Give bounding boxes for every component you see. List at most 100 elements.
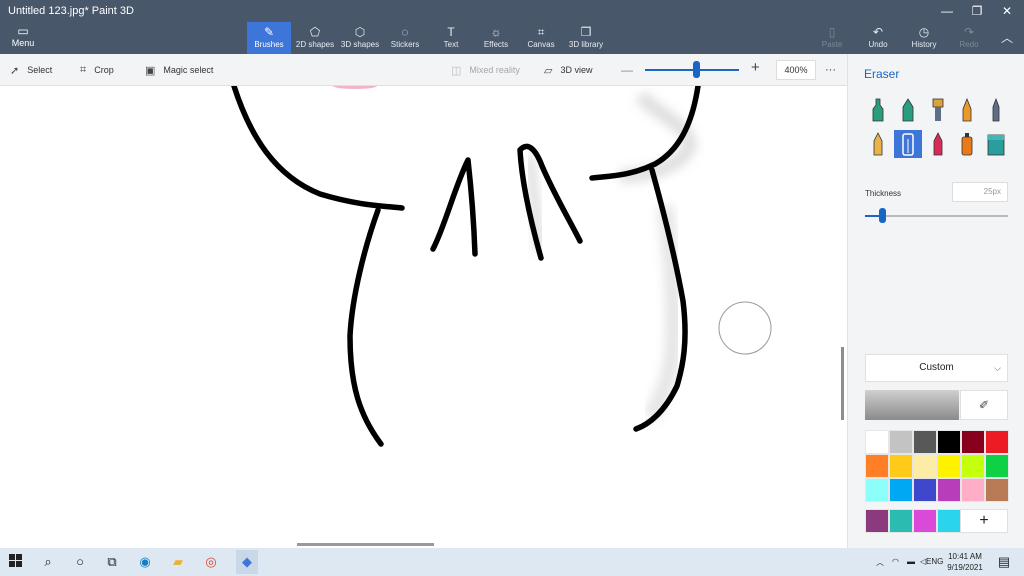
calligraphy-pen-brush[interactable] <box>895 96 921 124</box>
color-swatch[interactable] <box>865 454 889 478</box>
color-swatch[interactable] <box>937 454 961 478</box>
thickness-slider-track[interactable] <box>865 215 1008 217</box>
brush-side-panel: Eraser Thickness 25px Custom ⌵ ✐ + <box>847 54 1024 548</box>
zoom-in-button[interactable]: + <box>751 59 760 76</box>
3d-view-button[interactable]: ▱ 3D view <box>544 63 592 77</box>
2d-shapes-icon: ⬠ <box>309 25 321 39</box>
fill-brush[interactable] <box>983 130 1009 158</box>
file-explorer-icon[interactable]: ▰ <box>170 554 186 570</box>
pencil-brush[interactable] <box>865 130 891 158</box>
clock[interactable]: 10:41 AM 9/19/2021 <box>942 551 988 573</box>
eraser-brush[interactable] <box>894 130 922 158</box>
current-color[interactable] <box>865 390 959 420</box>
maximize-button[interactable]: ❐ <box>962 2 992 20</box>
windows-taskbar: ⌕ ○ ⧉ ◉ ▰ ◎ ◆ ︿ ◠ ▬ ◁ ENG 10:41 AM 9/19/… <box>0 548 1024 576</box>
color-swatch[interactable] <box>889 454 913 478</box>
color-swatch[interactable] <box>937 478 961 502</box>
eyedropper-button[interactable]: ✐ <box>960 390 1008 420</box>
horizontal-scrollbar[interactable] <box>297 543 434 546</box>
menu-button[interactable]: ▭ Menu <box>8 24 38 50</box>
edge-icon[interactable]: ◉ <box>137 554 153 570</box>
pixel-pen-brush[interactable] <box>983 96 1009 124</box>
custom-color-swatch[interactable] <box>937 509 961 533</box>
magic-select-button[interactable]: ▣ Magic select <box>145 63 213 77</box>
close-button[interactable]: ✕ <box>992 2 1022 20</box>
tab-brushes[interactable]: ✎ Brushes <box>247 22 291 54</box>
mixed-reality-button[interactable]: ◫ Mixed reality <box>451 63 520 77</box>
select-button[interactable]: ➚ Select <box>10 63 52 77</box>
clock-time: 10:41 AM <box>948 552 982 561</box>
watercolor-brush[interactable] <box>954 96 980 124</box>
crop-button[interactable]: ⌗ Crop <box>80 63 114 77</box>
windows-start-icon[interactable] <box>8 554 24 570</box>
3d-view-label: 3D view <box>560 65 593 75</box>
task-view-icon[interactable]: ⧉ <box>104 554 120 570</box>
tab-3d-shapes[interactable]: ⬡ 3D shapes <box>338 22 382 54</box>
oil-brush[interactable] <box>925 96 951 124</box>
color-swatch[interactable] <box>865 430 889 454</box>
paste-button[interactable]: ▯ Paste <box>810 22 854 54</box>
tray-chevron-up-icon[interactable]: ︿ <box>876 557 884 568</box>
window-title: Untitled 123.jpg* Paint 3D <box>8 5 134 17</box>
color-swatch[interactable] <box>913 430 937 454</box>
color-swatch[interactable] <box>985 430 1009 454</box>
tab-stickers[interactable]: ◌ Stickers <box>383 22 427 54</box>
color-swatch[interactable] <box>889 478 913 502</box>
3d-library-icon: ❒ <box>580 25 592 39</box>
thickness-slider-thumb[interactable] <box>879 208 887 223</box>
color-swatch[interactable] <box>913 454 937 478</box>
drawing-canvas[interactable] <box>0 86 847 548</box>
crayon-brush[interactable] <box>925 130 951 158</box>
add-color-button[interactable]: + <box>960 509 1008 533</box>
network-icon[interactable]: ◠ <box>892 557 899 566</box>
color-mode-dropdown[interactable]: Custom ⌵ <box>865 354 1008 382</box>
color-swatch[interactable] <box>865 478 889 502</box>
action-label: Paste <box>821 40 843 49</box>
thickness-input[interactable]: 25px <box>952 182 1008 202</box>
custom-color-swatch[interactable] <box>865 509 889 533</box>
notifications-icon[interactable]: ▤ <box>996 554 1012 570</box>
zoom-out-button[interactable]: — <box>621 63 633 77</box>
canvas-icon: ⌗ <box>537 25 545 39</box>
tab-canvas[interactable]: ⌗ Canvas <box>519 22 563 54</box>
color-swatch[interactable] <box>937 430 961 454</box>
tab-2d-shapes[interactable]: ⬠ 2D shapes <box>293 22 337 54</box>
tab-effects[interactable]: ☼ Effects <box>474 22 518 54</box>
zoom-slider-thumb[interactable] <box>692 61 700 78</box>
tab-label: Canvas <box>527 40 555 49</box>
paint-3d-icon[interactable]: ◆ <box>236 550 258 574</box>
undo-icon: ↶ <box>872 25 884 39</box>
history-icon: ◷ <box>918 25 930 39</box>
fill-icon <box>987 134 1005 156</box>
spray-can-brush[interactable] <box>954 130 980 158</box>
color-swatch[interactable] <box>961 430 985 454</box>
search-icon[interactable]: ⌕ <box>40 554 56 570</box>
cortana-icon[interactable]: ○ <box>72 554 88 570</box>
color-swatch[interactable] <box>961 478 985 502</box>
title-bar: Untitled 123.jpg* Paint 3D — ❐ ✕ <box>0 0 1024 22</box>
zoom-value[interactable]: 400% <box>776 60 816 80</box>
color-swatch[interactable] <box>985 454 1009 478</box>
vertical-scrollbar[interactable] <box>841 347 844 420</box>
color-swatch[interactable] <box>961 454 985 478</box>
chrome-icon[interactable]: ◎ <box>203 554 219 570</box>
marker-brush[interactable] <box>865 96 891 124</box>
chevron-down-icon: ⌵ <box>994 363 1001 373</box>
tab-text[interactable]: T Text <box>429 22 473 54</box>
redo-button[interactable]: ↷ Redo <box>947 22 991 54</box>
battery-icon[interactable]: ▬ <box>907 557 915 566</box>
select-label: Select <box>27 65 53 75</box>
color-swatch[interactable] <box>985 478 1009 502</box>
color-swatch[interactable] <box>889 430 913 454</box>
undo-button[interactable]: ↶ Undo <box>856 22 900 54</box>
custom-color-swatch[interactable] <box>913 509 937 533</box>
collapse-ribbon-button[interactable]: ︿ <box>992 22 1022 54</box>
tab-3d-library[interactable]: ❒ 3D library <box>564 22 608 54</box>
more-options-button[interactable]: ··· <box>825 63 836 77</box>
color-swatch[interactable] <box>913 478 937 502</box>
cursor-icon: ➚ <box>10 64 20 77</box>
history-button[interactable]: ◷ History <box>902 22 946 54</box>
minimize-button[interactable]: — <box>932 2 962 20</box>
custom-color-swatch[interactable] <box>889 509 913 533</box>
language-indicator[interactable]: ENG <box>926 557 943 566</box>
